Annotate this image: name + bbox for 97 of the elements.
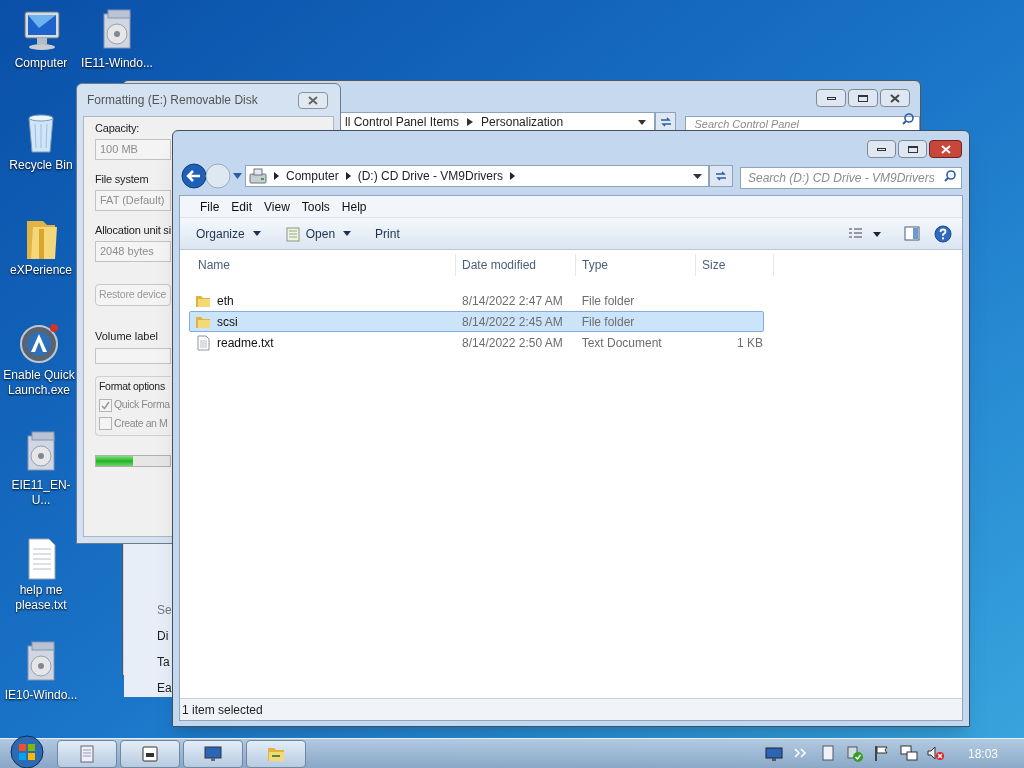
- address-bar[interactable]: Computer (D:) CD Drive - VM9Drivers: [245, 165, 709, 187]
- taskbar-button[interactable]: [57, 739, 117, 768]
- close-button[interactable]: [298, 91, 328, 109]
- breadcrumb-arrow-icon: [467, 118, 474, 126]
- help-icon[interactable]: [934, 224, 952, 243]
- desktop-icon-label[interactable]: help me please.txt: [3, 583, 79, 613]
- volume-label-field[interactable]: [95, 347, 171, 364]
- network-icon[interactable]: [899, 745, 918, 762]
- table-cell-text: 1 KB: [736, 334, 763, 352]
- checkbox[interactable]: [99, 398, 112, 412]
- breadcrumb-item[interactable]: ll Control Panel Items: [345, 113, 460, 131]
- desktop-icon-label[interactable]: IE10-Windo...: [3, 688, 79, 703]
- breadcrumb-item[interactable]: Personalization: [481, 113, 564, 131]
- file-row[interactable]: readme.txt 8/14/2022 2:50 AM Text Document 1 KB: [189, 332, 764, 353]
- close-icon[interactable]: [308, 95, 318, 105]
- checkbox-label: Create an M: [114, 416, 168, 431]
- column-header[interactable]: Name: [192, 254, 456, 276]
- breadcrumb-arrow-icon[interactable]: [510, 172, 516, 180]
- file-name: readme.txt: [217, 334, 274, 352]
- toolbar-button[interactable]: Organize: [188, 221, 269, 246]
- file-row[interactable]: scsi 8/14/2022 2:45 AM File folder: [189, 311, 764, 332]
- column-header[interactable]: Size: [696, 254, 774, 276]
- folder-icon: [195, 314, 211, 329]
- menu-item[interactable]: File: [196, 197, 224, 216]
- menu-item[interactable]: Tools: [297, 197, 334, 216]
- checkbox-label: Quick Forma: [114, 397, 170, 413]
- dropdown-arrow-icon[interactable]: [637, 119, 646, 125]
- minimize-button[interactable]: [816, 89, 846, 107]
- toolbar-button[interactable]: Open: [276, 221, 360, 246]
- desktop-icon-label[interactable]: IE11-Windo...: [79, 56, 155, 71]
- refresh-button[interactable]: [709, 165, 733, 187]
- close-button[interactable]: [929, 140, 962, 158]
- file-row[interactable]: eth 8/14/2022 2:47 AM File folder: [189, 290, 764, 311]
- start-button-icon[interactable]: [9, 733, 45, 768]
- caret-icon: [343, 231, 352, 236]
- search-icon[interactable]: [944, 170, 956, 182]
- breadcrumb-item[interactable]: (D:) CD Drive - VM9Drivers: [357, 167, 504, 185]
- table-cell-text: 8/14/2022 2:47 AM: [461, 292, 564, 310]
- table-cell-text: File folder: [580, 313, 636, 331]
- notepad-icon: [77, 743, 97, 764]
- speaker-muted-icon[interactable]: [926, 745, 945, 762]
- minimize-button[interactable]: [867, 140, 896, 158]
- preview-pane-icon[interactable]: [904, 226, 920, 241]
- search-field[interactable]: Search (D:) CD Drive - VM9Drivers: [740, 167, 962, 189]
- field-label: Volume label: [95, 329, 158, 344]
- maximize-button[interactable]: [898, 140, 927, 158]
- desktop-icon-label[interactable]: Enable Quick Launch.exe: [1, 368, 77, 398]
- pane-link[interactable]: Ta: [157, 653, 170, 671]
- checkbox[interactable]: [99, 417, 112, 431]
- pane-link[interactable]: Di: [157, 627, 169, 645]
- table-cell-text: Text Document: [580, 334, 663, 352]
- toolbar-button[interactable]: Print: [367, 221, 411, 246]
- breadcrumb-arrow-icon[interactable]: [345, 172, 351, 180]
- file-name: scsi: [217, 313, 238, 331]
- flag-icon[interactable]: [872, 745, 891, 762]
- pane-heading: Se: [157, 602, 172, 619]
- view-options-icon[interactable]: [848, 226, 882, 241]
- table-cell-text: File folder: [580, 292, 636, 310]
- refresh-icon[interactable]: [715, 171, 727, 181]
- status-text: 1 item selected: [182, 701, 263, 719]
- pane-link[interactable]: Ea: [157, 679, 172, 697]
- dropdown-arrow-icon[interactable]: [693, 173, 702, 179]
- search-icon[interactable]: [902, 113, 914, 125]
- taskbar-button[interactable]: [183, 739, 243, 768]
- document-icon: [284, 225, 301, 242]
- desktop-icon-label[interactable]: eXPerience: [3, 263, 79, 278]
- taskbar-button[interactable]: [246, 739, 306, 768]
- field-label: Capacity:: [95, 121, 140, 136]
- menu-item[interactable]: View: [260, 197, 294, 216]
- breadcrumb-arrow-icon[interactable]: [274, 172, 279, 180]
- field-label: File system: [95, 172, 149, 187]
- table-cell-text: 8/14/2022 2:45 AM: [461, 313, 564, 331]
- desktop-icon-label[interactable]: Recycle Bin: [3, 158, 79, 173]
- desktop-icon-label[interactable]: EIE11_EN-U...: [3, 478, 79, 508]
- menu-item[interactable]: Edit: [227, 197, 257, 216]
- menu-item[interactable]: Help: [337, 197, 371, 216]
- disk-app-icon: [140, 743, 160, 764]
- column-header[interactable]: Date modified: [456, 254, 576, 276]
- file-name: eth: [217, 292, 234, 310]
- refresh-icon[interactable]: [659, 117, 672, 127]
- close-button[interactable]: [880, 89, 910, 107]
- close-icon[interactable]: [890, 93, 900, 103]
- caret-icon: [252, 231, 261, 236]
- desktop-icon-label[interactable]: Computer: [3, 56, 79, 71]
- monitor-icon: [203, 743, 223, 764]
- text-file-icon: [195, 334, 211, 351]
- breadcrumb-item[interactable]: Computer: [286, 167, 339, 185]
- folder-icon: [195, 293, 211, 308]
- maximize-button[interactable]: [848, 89, 878, 107]
- taskbar-button[interactable]: [120, 739, 180, 768]
- dialog-title: Formatting (E:) Removable Disk: [87, 92, 258, 109]
- back-button-icon[interactable]: [181, 163, 207, 189]
- monitor-icon[interactable]: [764, 745, 783, 762]
- table-cell-text: 8/14/2022 2:50 AM: [461, 334, 564, 352]
- group-label: Format options: [99, 378, 165, 394]
- column-header[interactable]: Type: [576, 254, 696, 276]
- field-label: Allocation unit si: [95, 223, 171, 238]
